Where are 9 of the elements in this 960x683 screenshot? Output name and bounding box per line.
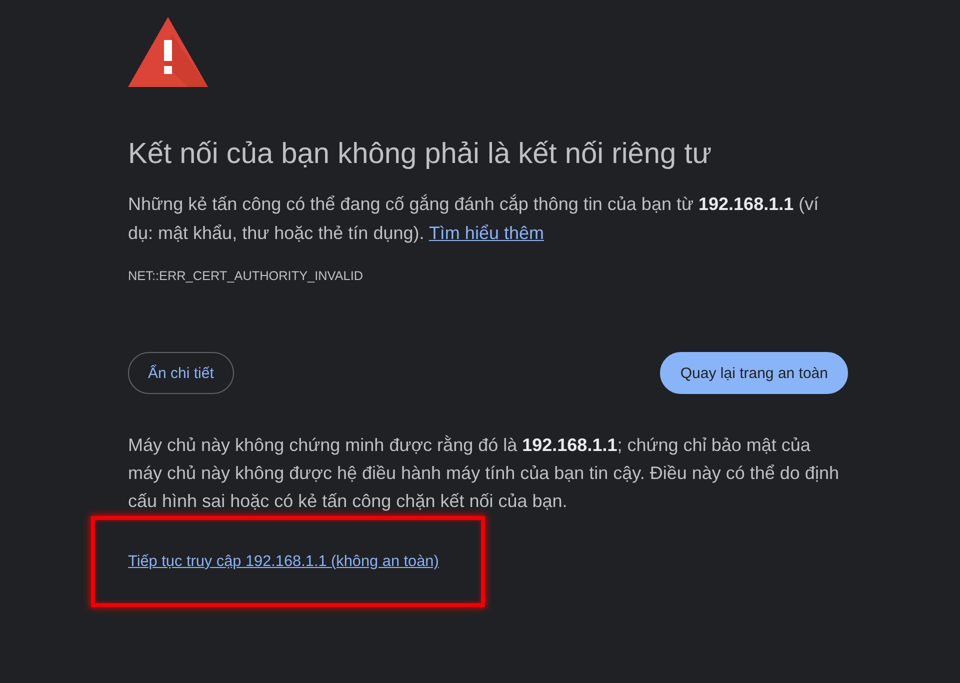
- error-code: NET::ERR_CERT_AUTHORITY_INVALID: [128, 268, 364, 285]
- warning-icon: [128, 17, 208, 87]
- learn-more-link[interactable]: Tìm hiểu thêm: [428, 223, 544, 243]
- proceed-link[interactable]: Tiếp tục truy cập 192.168.1.1 (không an toàn): [128, 552, 439, 571]
- description-text: Những kẻ tấn công có thể đang cố gắng đánh cắp thông tin của bạn từ 192.168.1.1 (ví dụ: mật khẩu, thư hoặc thẻ tín dụng). Tìm hiểu thêm: [128, 193, 820, 245]
- back-to-safety-button[interactable]: Quay lại trang an toàn: [660, 352, 848, 394]
- details-text: Máy chủ này không chứng minh được rằng đó là 192.168.1.1; chứng chỉ bảo mật của máy chủ này không được hệ điều hành máy tính của bạn tin cậy. Điều này có thể do định cấu hình sai hoặc có kẻ tấn công chặn kết nối của bạn.: [128, 434, 840, 513]
- hide-details-button[interactable]: Ẩn chi tiết: [128, 352, 234, 394]
- page-title: Kết nối của bạn không phải là kết nối riêng tư: [128, 137, 712, 172]
